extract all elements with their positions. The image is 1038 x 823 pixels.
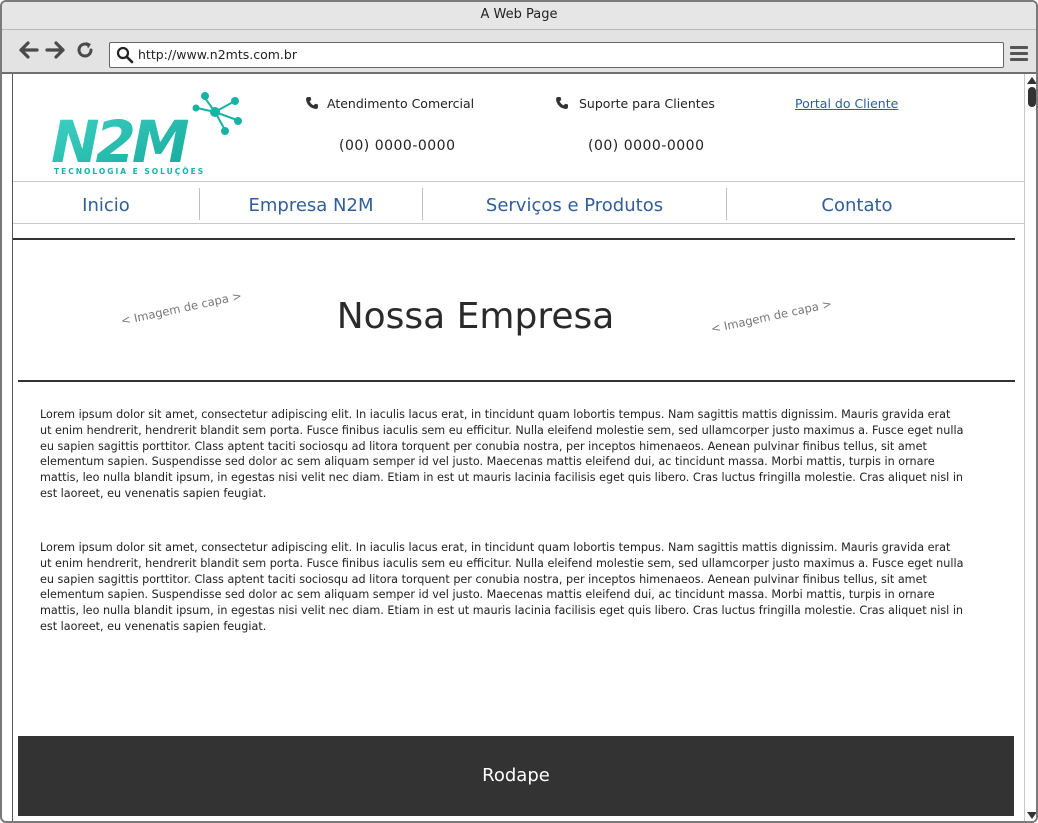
search-icon [116, 46, 134, 64]
window-title: A Web Page [480, 7, 558, 22]
nav-item-contato[interactable]: Contato [727, 182, 987, 225]
hero-bottom-divider [18, 380, 1015, 382]
back-arrow-icon[interactable] [18, 40, 40, 62]
support-label: Suporte para Clientes [579, 96, 715, 111]
body-paragraph: Lorem ipsum dolor sit amet, consectetur … [40, 541, 964, 633]
footer-label: Rodape [482, 765, 550, 786]
url-text: http://www.n2mts.com.br [138, 47, 297, 62]
reload-icon[interactable] [74, 40, 96, 62]
phone-icon [306, 97, 318, 109]
body-paragraph: Lorem ipsum dolor sit amet, consectetur … [40, 408, 964, 500]
phone-icon [556, 97, 568, 109]
address-bar[interactable]: http://www.n2mts.com.br [109, 42, 1004, 68]
main-nav: Inicio Empresa N2M Serviços e Produtos C… [13, 181, 1024, 224]
scroll-thumb[interactable] [1028, 87, 1036, 107]
svg-text:N2M: N2M [51, 108, 189, 176]
browser-window: A Web Page http://www.n2mts.com.br N2M T… [0, 0, 1038, 823]
commercial-label: Atendimento Comercial [327, 96, 475, 111]
support-phone: (00) 0000-0000 [588, 138, 705, 154]
footer: Rodape [18, 736, 1014, 816]
n2m-logo[interactable]: N2M TECNOLOGIA E SOLUÇÕES [47, 90, 243, 176]
hamburger-menu-icon[interactable] [1010, 46, 1028, 62]
vertical-scrollbar[interactable] [1024, 74, 1036, 821]
svg-text:TECNOLOGIA E SOLUÇÕES: TECNOLOGIA E SOLUÇÕES [54, 167, 205, 176]
nav-item-empresa[interactable]: Empresa N2M [200, 182, 422, 225]
commercial-phone: (00) 0000-0000 [339, 138, 456, 154]
scroll-down-icon[interactable] [1027, 812, 1036, 819]
portal-link[interactable]: Portal do Cliente [795, 96, 898, 111]
browser-toolbar: http://www.n2mts.com.br [2, 30, 1036, 74]
scroll-up-icon[interactable] [1027, 77, 1036, 84]
forward-arrow-icon[interactable] [44, 40, 66, 62]
page-content: N2M TECNOLOGIA E SOLUÇÕES Atendimento Co… [12, 74, 1024, 821]
nav-item-servicos[interactable]: Serviços e Produtos [423, 182, 726, 225]
hero-top-divider [13, 238, 1015, 240]
nav-item-inicio[interactable]: Inicio [13, 182, 199, 225]
window-titlebar: A Web Page [2, 2, 1036, 30]
